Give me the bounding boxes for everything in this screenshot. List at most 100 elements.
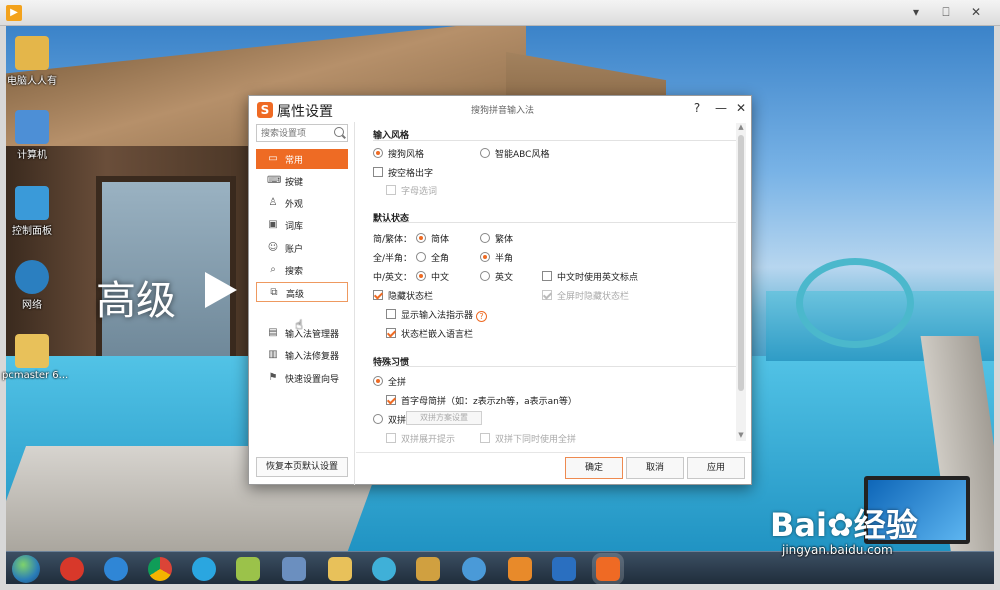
- help-circle-icon[interactable]: ?: [476, 311, 488, 322]
- cancel-button[interactable]: 取消: [626, 457, 684, 479]
- dialog-titlebar: S 属性设置 搜狗拼音输入法 ? — ✕: [249, 96, 751, 122]
- taskbar-app-qr-icon[interactable]: [282, 557, 306, 581]
- radio-abc-style[interactable]: 智能ABC风格: [480, 147, 549, 160]
- shirt-icon: ♙: [268, 197, 278, 208]
- computer-icon: [15, 110, 49, 144]
- radio-traditional[interactable]: 繁体: [480, 232, 513, 245]
- dialog-close-button[interactable]: ✕: [733, 100, 749, 116]
- flag-icon: ⚑: [268, 372, 278, 383]
- search-icon[interactable]: [334, 127, 344, 137]
- outer-restore-button[interactable]: ⎕: [934, 3, 958, 21]
- radio-indicator: [416, 271, 426, 281]
- double-pinyin-scheme-button[interactable]: 双拼方案设置: [406, 411, 482, 425]
- taskbar-app-ie-icon[interactable]: [104, 557, 128, 581]
- nav-item-ime-manager[interactable]: ▤ 输入法管理器: [256, 323, 348, 343]
- radio-half-width[interactable]: 半角: [480, 251, 513, 264]
- monitor-icon: ▭: [268, 153, 278, 164]
- dialog-minimize-button[interactable]: —: [713, 100, 729, 116]
- section-divider: [373, 366, 736, 367]
- checkbox-double-expand-hint[interactable]: 双拼展开提示: [386, 432, 455, 445]
- dialog-help-button[interactable]: ?: [689, 100, 705, 116]
- watermark-brand: Bai✿经验: [770, 506, 918, 544]
- taskbar-app-paint-icon[interactable]: [416, 557, 440, 581]
- checkbox-indicator: [480, 433, 490, 443]
- radio-indicator: [373, 414, 383, 424]
- outer-border-right: [994, 26, 1000, 590]
- taskbar-app-blue-circle-icon[interactable]: [192, 557, 216, 581]
- footer-divider: [356, 452, 751, 453]
- content-scrollbar[interactable]: ▲ ▼: [736, 123, 746, 441]
- nav-item-quick-setup[interactable]: ⚑ 快速设置向导: [256, 368, 348, 388]
- apply-button[interactable]: 应用: [687, 457, 745, 479]
- checkbox-fullscreen-hide[interactable]: 全屏时隐藏状态栏: [542, 289, 629, 302]
- restore-defaults-button[interactable]: 恢复本页默认设置: [256, 457, 348, 477]
- radio-full-pinyin[interactable]: 全拼: [373, 375, 406, 388]
- outer-border-bottom: [0, 584, 1000, 590]
- user-icon: ☺: [267, 242, 279, 253]
- checkbox-letter-select[interactable]: 字母选词: [386, 184, 437, 197]
- nav-item-account[interactable]: ☺ 账户: [256, 238, 348, 258]
- control-panel-icon: [15, 186, 49, 220]
- taskbar-app-media-icon[interactable]: [508, 557, 532, 581]
- desktop-icon-network[interactable]: 网络: [2, 260, 62, 311]
- wallpaper-ring-sculpture: [796, 258, 914, 348]
- checkbox-indicator: [373, 290, 383, 300]
- checkbox-en-punct-in-cn[interactable]: 中文时使用英文标点: [542, 270, 638, 283]
- scroll-up-arrow-icon[interactable]: ▲: [737, 124, 745, 131]
- radio-indicator: [480, 252, 490, 262]
- taskbar-app-sogou-icon[interactable]: [596, 557, 620, 581]
- manager-icon: ▤: [268, 327, 278, 338]
- taskbar-app-chrome-icon[interactable]: [148, 557, 172, 581]
- label-cn-en: 中/英文：: [373, 273, 413, 283]
- radio-full-width[interactable]: 全角: [416, 251, 449, 264]
- scroll-down-arrow-icon[interactable]: ▼: [737, 432, 745, 439]
- radio-indicator: [416, 252, 426, 262]
- radio-indicator: [480, 233, 490, 243]
- checkbox-space-output[interactable]: 按空格出字: [373, 166, 433, 179]
- checkbox-indicator: [386, 309, 396, 319]
- radio-chinese[interactable]: 中文: [416, 270, 449, 283]
- outer-titlebar: ▶ ▾ ⎕ ✕: [0, 0, 1000, 26]
- settings-dialog: S 属性设置 搜狗拼音输入法 ? — ✕ ▭ 常用 ⌨ 按键 ♙ 外观 ▣ 词库…: [248, 95, 752, 485]
- taskbar-app-red-icon[interactable]: [60, 557, 84, 581]
- checkbox-show-indicator[interactable]: 显示输入法指示器?: [386, 308, 488, 322]
- desktop-icon-computer[interactable]: 计算机: [2, 110, 62, 161]
- radio-simplified[interactable]: 简体: [416, 232, 449, 245]
- outer-minimize-button[interactable]: ▾: [904, 3, 928, 21]
- nav-item-ime-repair[interactable]: ▥ 输入法修复器: [256, 345, 348, 365]
- toolbox-icon: ▥: [268, 349, 278, 360]
- nav-item-common[interactable]: ▭ 常用: [256, 149, 348, 169]
- search-icon: ⌕: [270, 264, 276, 275]
- radio-double-pinyin[interactable]: 双拼: [373, 413, 406, 426]
- nav-item-search[interactable]: ⌕ 搜索: [256, 260, 348, 280]
- keyboard-icon: ⌨: [267, 175, 282, 186]
- checkbox-indicator: [386, 395, 396, 405]
- scrollbar-thumb[interactable]: [738, 135, 744, 391]
- ok-button[interactable]: 确定: [565, 457, 623, 479]
- label-full-half: 全/半角：: [373, 254, 413, 264]
- outer-close-button[interactable]: ✕: [964, 3, 988, 21]
- nav-item-dictionary[interactable]: ▣ 词库: [256, 215, 348, 235]
- desktop-icon-control-panel[interactable]: 控制面板: [2, 186, 62, 237]
- checkbox-embed-lang-bar[interactable]: 状态栏嵌入语言栏: [386, 327, 473, 340]
- desktop-icon-diannao-renrenyou[interactable]: 电脑人人有: [2, 36, 62, 87]
- radio-english[interactable]: 英文: [480, 270, 513, 283]
- taskbar-app-dial-icon[interactable]: [462, 557, 486, 581]
- checkbox-hide-status-bar[interactable]: 隐藏状态栏: [373, 289, 433, 302]
- checkbox-initial-abbrev[interactable]: 首字母简拼（如：z表示zh等，a表示an等）: [386, 394, 577, 407]
- radio-indicator: [480, 271, 490, 281]
- nav-item-advanced[interactable]: ⧉ 高级: [256, 282, 348, 302]
- desktop-icon-pcmaster[interactable]: pcmaster 6...: [2, 334, 68, 381]
- taskbar-app-folder-icon[interactable]: [328, 557, 352, 581]
- taskbar-app-office-icon[interactable]: [552, 557, 576, 581]
- nav-item-keys[interactable]: ⌨ 按键: [256, 171, 348, 191]
- checkbox-double-with-full[interactable]: 双拼下同时使用全拼: [480, 432, 576, 445]
- settings-search-box[interactable]: [256, 124, 348, 142]
- section-divider: [373, 140, 736, 141]
- taskbar-app-notes-icon[interactable]: [236, 557, 260, 581]
- radio-sogou-style[interactable]: 搜狗风格: [373, 147, 424, 160]
- taskbar-app-pinwheel-icon[interactable]: [372, 557, 396, 581]
- start-button[interactable]: [12, 555, 40, 583]
- nav-item-appearance[interactable]: ♙ 外观: [256, 193, 348, 213]
- settings-search-input[interactable]: [261, 127, 331, 140]
